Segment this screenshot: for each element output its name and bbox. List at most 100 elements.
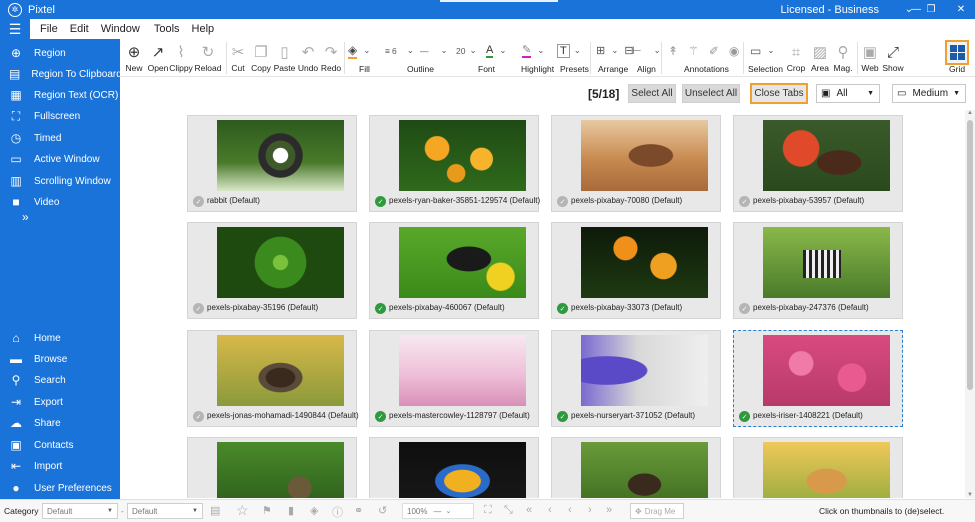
- open-button[interactable]: ↗ Open: [147, 39, 169, 77]
- filter-dropdown[interactable]: ▣ All ▼: [816, 84, 880, 103]
- vertical-scrollbar[interactable]: ▲ ▼: [965, 110, 975, 498]
- select-check-icon[interactable]: ✓: [557, 411, 568, 422]
- sidebar-item-browse[interactable]: ▬ Browse: [0, 349, 120, 369]
- paste-button[interactable]: ▯ Paste: [274, 39, 296, 77]
- previous-item-icon[interactable]: ‹: [568, 504, 572, 516]
- drag-me-button[interactable]: ✥ Drag Me: [630, 503, 684, 519]
- previous-page-icon[interactable]: ‹: [548, 504, 552, 516]
- arrange-dropdown[interactable]: ⊞ ⌄ ⊟: [596, 42, 634, 59]
- first-page-icon[interactable]: «: [526, 504, 532, 516]
- sidebar-item-import[interactable]: ⇤ Import: [0, 456, 120, 476]
- web-button[interactable]: ▣ Web: [860, 39, 880, 77]
- sidebar-item-home[interactable]: ⌂ Home: [0, 328, 120, 348]
- select-check-icon[interactable]: ✓: [739, 411, 750, 422]
- scroll-down-icon[interactable]: ▼: [967, 492, 973, 498]
- sidebar-item-share[interactable]: ☁ Share: [0, 413, 120, 433]
- menu-file[interactable]: File: [38, 23, 60, 35]
- fill-color-dropdown[interactable]: ◈ ⌄: [348, 42, 370, 59]
- zoom-out-icon[interactable]: —: [433, 507, 441, 516]
- thumbnail-card[interactable]: ✓ pexels-pixabay-53957 (Default): [733, 115, 903, 212]
- thumbnail-card[interactable]: ✓ pexels-iriser-1408221 (Default): [733, 330, 903, 427]
- thumbnail-card[interactable]: ✓ pexels-pixabay-33073 (Default): [551, 222, 721, 319]
- select-check-icon[interactable]: ✓: [375, 303, 386, 314]
- selection-dropdown[interactable]: ▭ ⌄: [750, 42, 774, 59]
- cut-button[interactable]: ✂ Cut: [230, 39, 246, 77]
- close-window-button[interactable]: ✕: [947, 0, 975, 19]
- thumbnail-card[interactable]: [187, 437, 357, 498]
- flag-icon[interactable]: ⚑: [262, 504, 272, 517]
- history-icon[interactable]: ↺: [378, 504, 387, 517]
- select-all-button[interactable]: Select All: [628, 84, 676, 103]
- select-check-icon[interactable]: ✓: [193, 411, 204, 422]
- presets-dropdown[interactable]: T ⌄: [557, 42, 581, 59]
- link-icon[interactable]: ⚭: [354, 504, 363, 517]
- select-check-icon[interactable]: ✓: [193, 196, 204, 207]
- menu-tools[interactable]: Tools: [152, 23, 182, 35]
- menu-edit[interactable]: Edit: [68, 23, 91, 35]
- select-check-icon[interactable]: ✓: [557, 196, 568, 207]
- sidebar-item-search[interactable]: ⚲ Search: [0, 370, 120, 390]
- outline-width-dropdown[interactable]: ≡ 6 ⌄: [385, 42, 414, 59]
- menu-window[interactable]: Window: [99, 23, 142, 35]
- thumbnail-card[interactable]: ✓ pexels-jonas-mohamadi-1490844 (Default…: [187, 330, 359, 427]
- maximize-button[interactable]: ❐: [917, 0, 945, 19]
- thumbnail-card[interactable]: ✓ pexels-pixabay-70080 (Default): [551, 115, 721, 212]
- reload-button[interactable]: ↻ Reload: [195, 39, 222, 77]
- thumbnail-card[interactable]: [369, 437, 539, 498]
- sidebar-item-region-ocr[interactable]: ▦ Region Text (OCR): [0, 85, 120, 105]
- font-color-dropdown[interactable]: A ⌄: [486, 42, 506, 59]
- undo-button[interactable]: ↶ Undo: [298, 39, 318, 77]
- zoom-control[interactable]: 100% — ⌄: [402, 503, 474, 519]
- thumbnail-card[interactable]: ✓ pexels-pixabay-460067 (Default): [369, 222, 539, 319]
- thumbnail-card[interactable]: ✓ pexels-ryan-baker-35851-129574 (Defaul…: [369, 115, 540, 212]
- highlight-dropdown[interactable]: ✎ ⌄: [522, 42, 544, 59]
- thumbnail-card[interactable]: ✓ pexels-pixabay-247376 (Default): [733, 222, 903, 319]
- crop-button[interactable]: ⌗ Crop: [786, 39, 806, 77]
- bookmark-icon[interactable]: ▮: [288, 504, 294, 517]
- sidebar-item-export[interactable]: ⇥ Export: [0, 392, 120, 412]
- hamburger-menu-icon[interactable]: ☰: [0, 19, 30, 39]
- align-dropdown[interactable]: ⊢ ⌄: [632, 42, 661, 59]
- tag-icon[interactable]: ◈: [310, 504, 318, 517]
- sidebar-item-video[interactable]: ■ Video: [0, 192, 120, 212]
- annotation-tools[interactable]: ↟ ⚚ ✐ ◉: [668, 42, 739, 59]
- second-category-dropdown[interactable]: Default ▼: [127, 503, 203, 519]
- sidebar-item-timed[interactable]: ◷ Timed: [0, 128, 120, 148]
- close-tabs-button[interactable]: Close Tabs: [750, 83, 808, 104]
- thumbnail-card[interactable]: [733, 437, 903, 498]
- notes-icon[interactable]: ▤: [210, 504, 220, 517]
- scrollbar-thumb[interactable]: [967, 120, 973, 390]
- magnify-button[interactable]: ⚲ Mag.: [833, 39, 853, 77]
- category-dropdown[interactable]: Default ▼: [42, 503, 118, 519]
- thumbnail-card[interactable]: ✓ pexels-pixabay-35196 (Default): [187, 222, 357, 319]
- thumbnail-size-dropdown[interactable]: ▭ Medium ▼: [892, 84, 966, 103]
- sidebar-item-region[interactable]: ⊕ Region: [0, 43, 120, 63]
- sidebar-item-user-preferences[interactable]: ● User Preferences: [0, 478, 120, 498]
- show-button[interactable]: ⤢ Show: [882, 39, 903, 77]
- select-check-icon[interactable]: ✓: [375, 411, 386, 422]
- select-check-icon[interactable]: ✓: [375, 196, 386, 207]
- copy-button[interactable]: ❐ Copy: [251, 39, 271, 77]
- grid-view-button[interactable]: [945, 40, 969, 65]
- thumbnail-card[interactable]: ✓ pexels-nurseryart-371052 (Default): [551, 330, 721, 427]
- new-button[interactable]: ⊕ New: [124, 39, 144, 77]
- next-page-icon[interactable]: ›: [588, 504, 592, 516]
- collapse-icon[interactable]: ⤡: [504, 504, 513, 517]
- select-check-icon[interactable]: ✓: [739, 196, 750, 207]
- redo-button[interactable]: ↷ Redo: [321, 39, 341, 77]
- scroll-up-icon[interactable]: ▲: [967, 110, 973, 116]
- select-check-icon[interactable]: ✓: [739, 303, 750, 314]
- font-size-dropdown[interactable]: 20 ⌄: [456, 42, 477, 59]
- sidebar-more-icon[interactable]: »: [22, 210, 29, 224]
- sidebar-item-fullscreen[interactable]: ⛶ Fullscreen: [0, 106, 120, 126]
- area-button[interactable]: ▨ Area: [810, 39, 830, 77]
- select-check-icon[interactable]: ✓: [557, 303, 568, 314]
- sidebar-item-region-clipboard[interactable]: ▤ Region To Clipboard: [0, 64, 122, 84]
- fit-screen-icon[interactable]: ⛶: [484, 504, 492, 517]
- clippy-button[interactable]: ⌇ Clippy: [169, 39, 193, 77]
- unselect-all-button[interactable]: Unselect All: [682, 84, 740, 103]
- sidebar-item-scrolling-window[interactable]: ▥ Scrolling Window: [0, 171, 120, 191]
- thumbnail-card[interactable]: [551, 437, 721, 498]
- sidebar-item-contacts[interactable]: ▣ Contacts: [0, 435, 120, 455]
- select-check-icon[interactable]: ✓: [193, 303, 204, 314]
